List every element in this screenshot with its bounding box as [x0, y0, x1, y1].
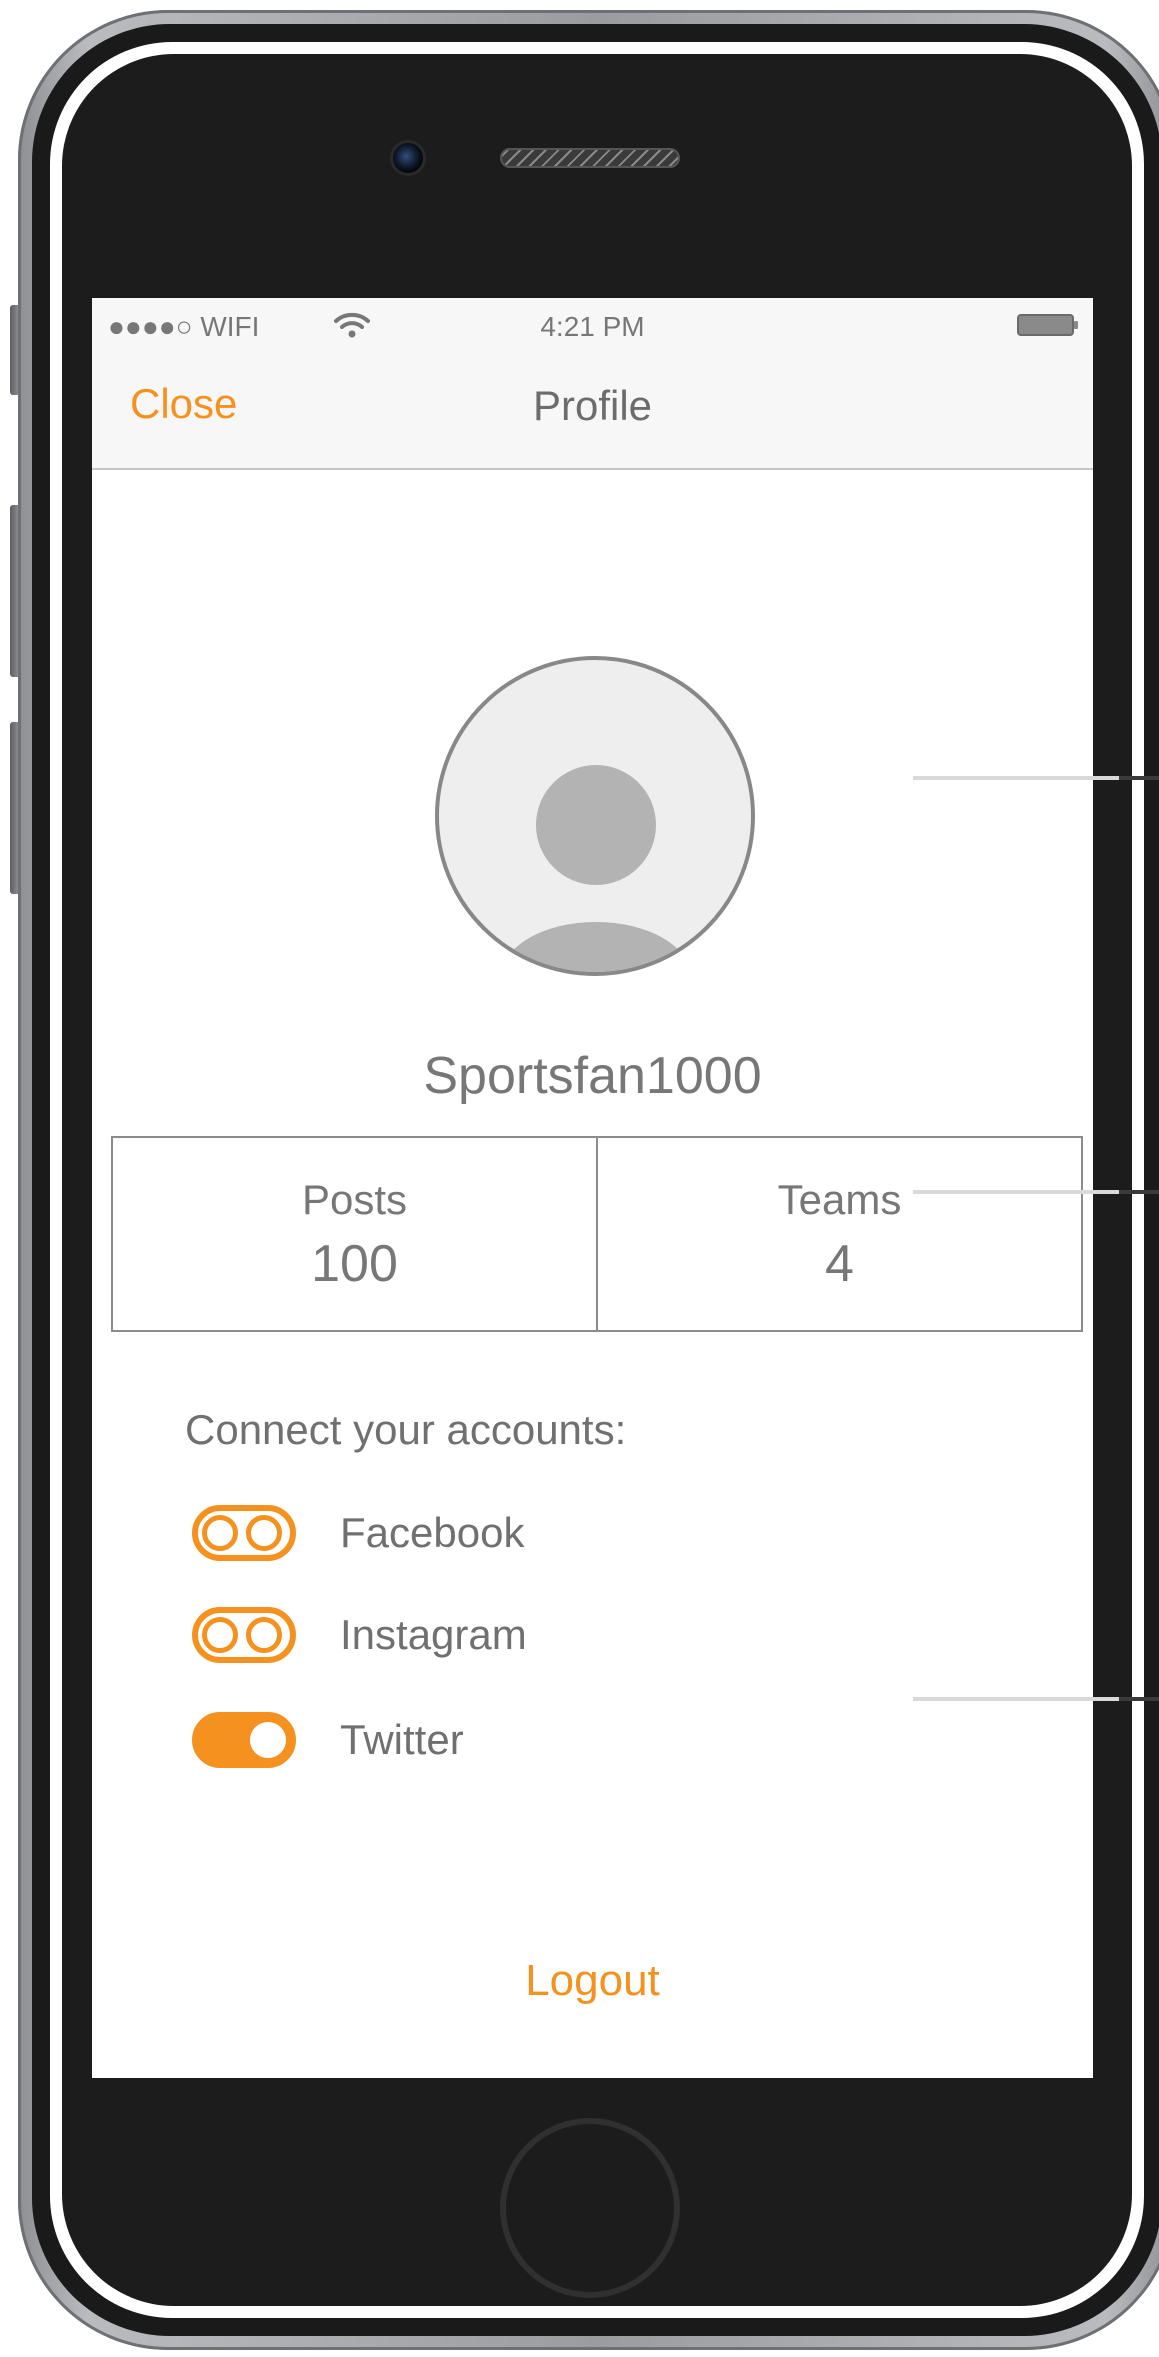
toggle-knob	[202, 1515, 238, 1551]
front-camera-icon	[393, 143, 423, 173]
avatar-head-shape	[536, 765, 656, 885]
account-row-facebook: Facebook	[192, 1503, 524, 1563]
annotation-line	[913, 1697, 1159, 1701]
account-row-twitter: Twitter	[192, 1710, 464, 1770]
battery-icon	[1017, 314, 1078, 336]
stat-value: 100	[311, 1235, 398, 1293]
stat-label: Posts	[301, 1176, 408, 1223]
app-screen: ●●●●○ WIFI 4:21 PM Close Profile Sportsf…	[92, 298, 1093, 2078]
stat-value: 4	[825, 1235, 854, 1293]
instagram-toggle[interactable]	[192, 1607, 296, 1663]
stat-teams[interactable]: Teams 4	[596, 1138, 1081, 1330]
earpiece-speaker	[500, 148, 680, 168]
username: Sportsfan1000	[423, 1047, 762, 1105]
home-button[interactable]	[500, 2118, 680, 2298]
account-label: Twitter	[340, 1716, 464, 1763]
toggle-knob	[202, 1617, 238, 1653]
toggle-knob-outline	[246, 1515, 282, 1551]
navigation-bar: Close Profile	[92, 358, 1093, 470]
user-avatar-icon[interactable]	[435, 656, 755, 976]
stats-panel: Posts 100 Teams 4	[111, 1136, 1083, 1332]
stat-posts[interactable]: Posts 100	[113, 1138, 596, 1330]
stat-label: Teams	[777, 1176, 902, 1223]
annotation-line	[913, 1190, 1159, 1194]
status-time: 4:21 PM	[540, 311, 645, 342]
device-mockup: ●●●●○ WIFI 4:21 PM Close Profile Sportsf…	[0, 0, 1159, 2357]
connect-accounts-heading: Connect your accounts:	[185, 1406, 627, 1453]
account-row-instagram: Instagram	[192, 1605, 527, 1665]
facebook-toggle[interactable]	[192, 1505, 296, 1561]
toggle-knob	[250, 1722, 286, 1758]
twitter-toggle[interactable]	[192, 1712, 296, 1768]
avatar-body-shape	[501, 922, 691, 972]
annotation-line	[913, 776, 1159, 780]
account-label: Instagram	[340, 1611, 527, 1658]
toggle-knob-outline	[246, 1617, 282, 1653]
status-bar: ●●●●○ WIFI 4:21 PM	[92, 298, 1093, 358]
account-label: Facebook	[340, 1509, 525, 1556]
logout-button[interactable]: Logout	[92, 1956, 1093, 2006]
page-title: Profile	[532, 382, 653, 429]
